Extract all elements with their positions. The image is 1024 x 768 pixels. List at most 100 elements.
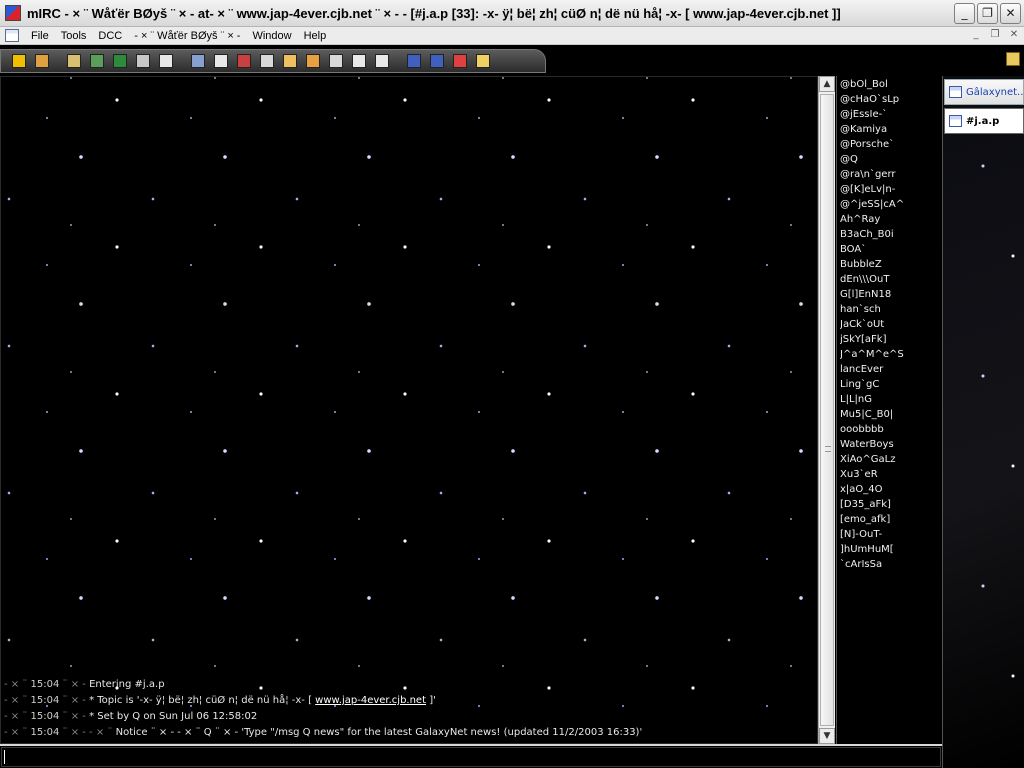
nick-list-item[interactable]: @bOl_Bol (840, 77, 941, 92)
mdi-controls: _ ❐ ✕ (968, 28, 1022, 42)
mdi-restore-button[interactable]: ❐ (987, 28, 1003, 42)
send-file-button[interactable] (188, 51, 208, 71)
log-button[interactable] (280, 51, 300, 71)
scroll-up-arrow-icon[interactable]: ▲ (819, 76, 835, 92)
switchbar-channel-tab[interactable]: #j.a.p (944, 108, 1024, 134)
switchbar: Gâlaxynet... #j.a.p (942, 76, 1024, 768)
chat-line: - × ¨ 15:04 ¨ × - * Topic is '-x- ÿ¦ bë¦… (4, 693, 816, 709)
nick-list-item[interactable]: lancEver (840, 362, 941, 377)
nick-list-item[interactable]: Ah^Ray (840, 212, 941, 227)
timestamp: 15:04 (30, 679, 60, 690)
menu-help[interactable]: Help (298, 30, 333, 42)
switchbar-server-label: Gâlaxynet... (966, 86, 1024, 98)
nick-list-item[interactable]: G[l]EnN18 (840, 287, 941, 302)
nick-list-item[interactable]: jSkY[aFk] (840, 332, 941, 347)
nick-list-item[interactable]: @^jeSS|cA^ (840, 197, 941, 212)
toolbar (0, 49, 546, 73)
nick-list-item[interactable]: ooobbbb (840, 422, 941, 437)
channels-button[interactable] (64, 51, 84, 71)
remote-button[interactable] (110, 51, 130, 71)
chat-button[interactable] (234, 51, 254, 71)
nick-list-item[interactable]: [N]-OuT- (840, 527, 941, 542)
options-icon (35, 54, 49, 68)
cascade-button[interactable] (404, 51, 424, 71)
nick-list-item[interactable]: @[K]eLv|n- (840, 182, 941, 197)
nick-list-item[interactable]: `cArIsSa (840, 557, 941, 572)
window-controls: _ ❐ ✕ (954, 3, 1021, 24)
channels-list-button[interactable] (156, 51, 176, 71)
channels-list-icon (159, 54, 173, 68)
scrollbar-thumb[interactable] (820, 94, 834, 726)
message-text: * Set by Q on Sun Jul 06 12:58:02 (89, 711, 258, 722)
nick-list-item[interactable]: BOA` (840, 242, 941, 257)
nick-list-item[interactable]: dEn\\\OuT (840, 272, 941, 287)
nick-list-item[interactable]: han`sch (840, 302, 941, 317)
nick-list-item[interactable]: @cHaO`sLp (840, 92, 941, 107)
input-bar (0, 744, 942, 768)
nick-list-item[interactable]: @ra\n`gerr (840, 167, 941, 182)
nick-list-item[interactable]: @Kamiya (840, 122, 941, 137)
lock-icon[interactable] (1006, 52, 1020, 66)
nick-list-item[interactable]: JaCk`oUt (840, 317, 941, 332)
switchbar-server-tab[interactable]: Gâlaxynet... (944, 79, 1024, 105)
nick-list-item[interactable]: WaterBoys (840, 437, 941, 452)
tile-vertical-button[interactable] (372, 51, 392, 71)
notify-button[interactable] (257, 51, 277, 71)
sound-button[interactable] (326, 51, 346, 71)
menu-file[interactable]: File (25, 30, 55, 42)
chat-line: - × ¨ 15:04 ¨ × - * Set by Q on Sun Jul … (4, 709, 816, 725)
options-button[interactable] (32, 51, 52, 71)
lock-button[interactable] (473, 51, 493, 71)
scroll-down-arrow-icon[interactable]: ▼ (819, 728, 835, 744)
mdi-close-button[interactable]: ✕ (1006, 28, 1022, 42)
nick-list-item[interactable]: @Porsche` (840, 137, 941, 152)
menu-dcc[interactable]: DCC (92, 30, 128, 42)
nick-list-item[interactable]: Ling`gC (840, 377, 941, 392)
message-text: Notice ¨ × - - × ¨ Q ¨ × - 'Type "/msg Q… (115, 727, 643, 738)
nick-list-item[interactable]: L|L|nG (840, 392, 941, 407)
nick-list-item[interactable]: XiAo^GaLz (840, 452, 941, 467)
nick-list-item[interactable]: ]hUmHuM[ (840, 542, 941, 557)
switchbar-channel-label: #j.a.p (966, 115, 1000, 127)
tile-horizontal-button[interactable] (349, 51, 369, 71)
message-input[interactable] (1, 747, 941, 767)
tile-horizontal-icon (352, 54, 366, 68)
nick-list-item[interactable]: @Q (840, 152, 941, 167)
toolbar-area (0, 46, 1024, 76)
menu-custom-script[interactable]: - × ¨ Wåťër BØyš ¨ × - (128, 30, 246, 42)
channel-window-icon[interactable] (5, 29, 19, 42)
connect-button[interactable] (9, 51, 29, 71)
maximize-button[interactable]: ❐ (977, 3, 998, 24)
help-button[interactable] (450, 51, 470, 71)
timer-button[interactable] (211, 51, 231, 71)
title-bar: mIRC - × ¨ Wåťër BØyš ¨ × - at- × ¨ www.… (0, 0, 1024, 27)
line-prefix: - × ¨ (4, 727, 31, 738)
menu-tools[interactable]: Tools (55, 30, 93, 42)
line-prefix: - × ¨ (4, 695, 31, 706)
line-separator: ¨ × - (59, 695, 90, 706)
nick-list-item[interactable]: [D35_aFk] (840, 497, 941, 512)
nick-list-item[interactable]: [emo_afk] (840, 512, 941, 527)
nick-list-item[interactable]: B3aCh_B0i (840, 227, 941, 242)
close-button[interactable]: ✕ (1000, 3, 1021, 24)
nick-list-item[interactable]: Xu3`eR (840, 467, 941, 482)
log-icon (283, 54, 297, 68)
url-button[interactable] (303, 51, 323, 71)
arrange-button[interactable] (427, 51, 447, 71)
line-separator: ¨ × - (59, 679, 90, 690)
chat-scrollbar[interactable]: ▲ ▼ (818, 76, 835, 744)
colors-button[interactable] (133, 51, 153, 71)
nick-list-item[interactable]: x|aO_4O (840, 482, 941, 497)
minimize-button[interactable]: _ (954, 3, 975, 24)
nick-list-item[interactable]: @jEssIe-` (840, 107, 941, 122)
topic-url-link[interactable]: www.jap-4ever.cjb.net (315, 695, 426, 706)
nick-list-item[interactable]: Mu5|C_B0| (840, 407, 941, 422)
menu-window[interactable]: Window (246, 30, 297, 42)
address-book-button[interactable] (87, 51, 107, 71)
nick-list-item[interactable]: BubbleZ (840, 257, 941, 272)
mdi-minimize-button[interactable]: _ (968, 28, 984, 42)
mirc-app-icon[interactable] (5, 5, 21, 21)
line-separator: ¨ × - - × ¨ (59, 727, 116, 738)
help-icon (453, 54, 467, 68)
nick-list-item[interactable]: J^a^M^e^S (840, 347, 941, 362)
